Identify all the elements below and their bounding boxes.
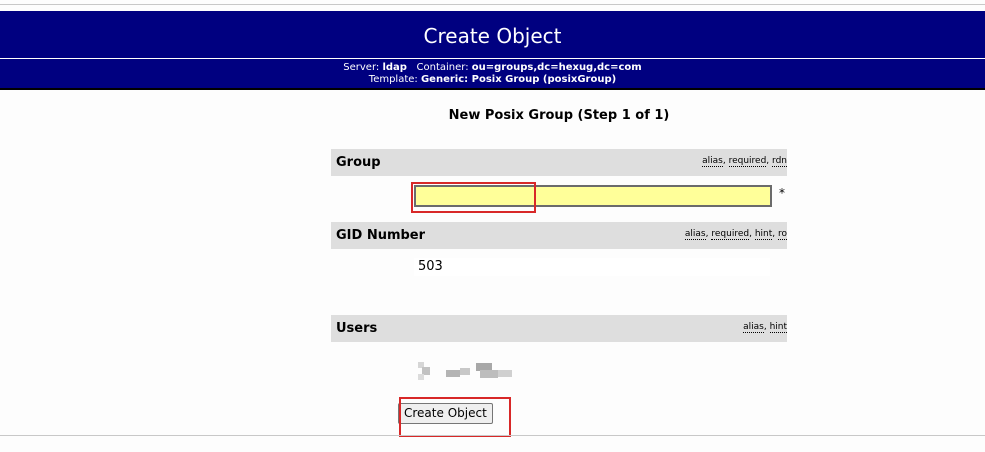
hint-required: required xyxy=(728,156,767,167)
page-title: Create Object xyxy=(423,24,562,48)
top-divider xyxy=(0,4,985,5)
blurred-user-entry xyxy=(416,362,516,382)
hint-rdn: rdn xyxy=(772,156,787,167)
template-label: Template: xyxy=(368,74,418,85)
required-marker: * xyxy=(779,186,785,200)
page-header: Create Object Server: ldap Container: ou… xyxy=(0,11,985,88)
hint-alias: alias xyxy=(743,322,764,333)
users-section-header: Users alias, hint xyxy=(331,315,787,342)
hint-ro: ro xyxy=(777,229,787,240)
users-hints: alias, hint xyxy=(743,322,787,333)
template-line: Template: Generic: Posix Group (posixGro… xyxy=(0,74,985,86)
gid-hints: alias, required, hint, ro xyxy=(684,229,787,240)
header-info: Server: ldap Container: ou=groups,dc=hex… xyxy=(0,62,985,86)
server-value: ldap xyxy=(382,62,407,73)
highlight-box-submit xyxy=(399,397,511,437)
gid-label: GID Number xyxy=(336,228,426,243)
highlight-box-group xyxy=(411,182,536,213)
hint-alias: alias xyxy=(684,229,706,240)
gid-section-header: GID Number alias, required, hint, ro xyxy=(331,222,787,249)
server-line: Server: ldap Container: ou=groups,dc=hex… xyxy=(0,62,985,74)
bottom-divider xyxy=(0,435,985,436)
gid-value: 503 xyxy=(418,259,443,274)
users-label: Users xyxy=(336,321,378,336)
hint-hint: hint xyxy=(754,229,773,240)
gid-number-field: 503 xyxy=(414,258,770,276)
hint-alias: alias xyxy=(702,156,723,167)
form-title: New Posix Group (Step 1 of 1) xyxy=(448,108,670,123)
server-label: Server: xyxy=(343,62,380,73)
hint-required: required xyxy=(711,229,750,240)
container-value: ou=groups,dc=hexug,dc=com xyxy=(471,62,642,73)
group-label: Group xyxy=(336,155,381,170)
header-separator xyxy=(0,58,985,59)
group-section-header: Group alias, required, rdn xyxy=(331,149,787,176)
container-label: Container: xyxy=(416,62,469,73)
group-hints: alias, required, rdn xyxy=(702,156,787,167)
hint-hint: hint xyxy=(769,322,787,333)
template-value: Generic: Posix Group (posixGroup) xyxy=(420,74,617,85)
header-bottom-border xyxy=(0,88,985,90)
